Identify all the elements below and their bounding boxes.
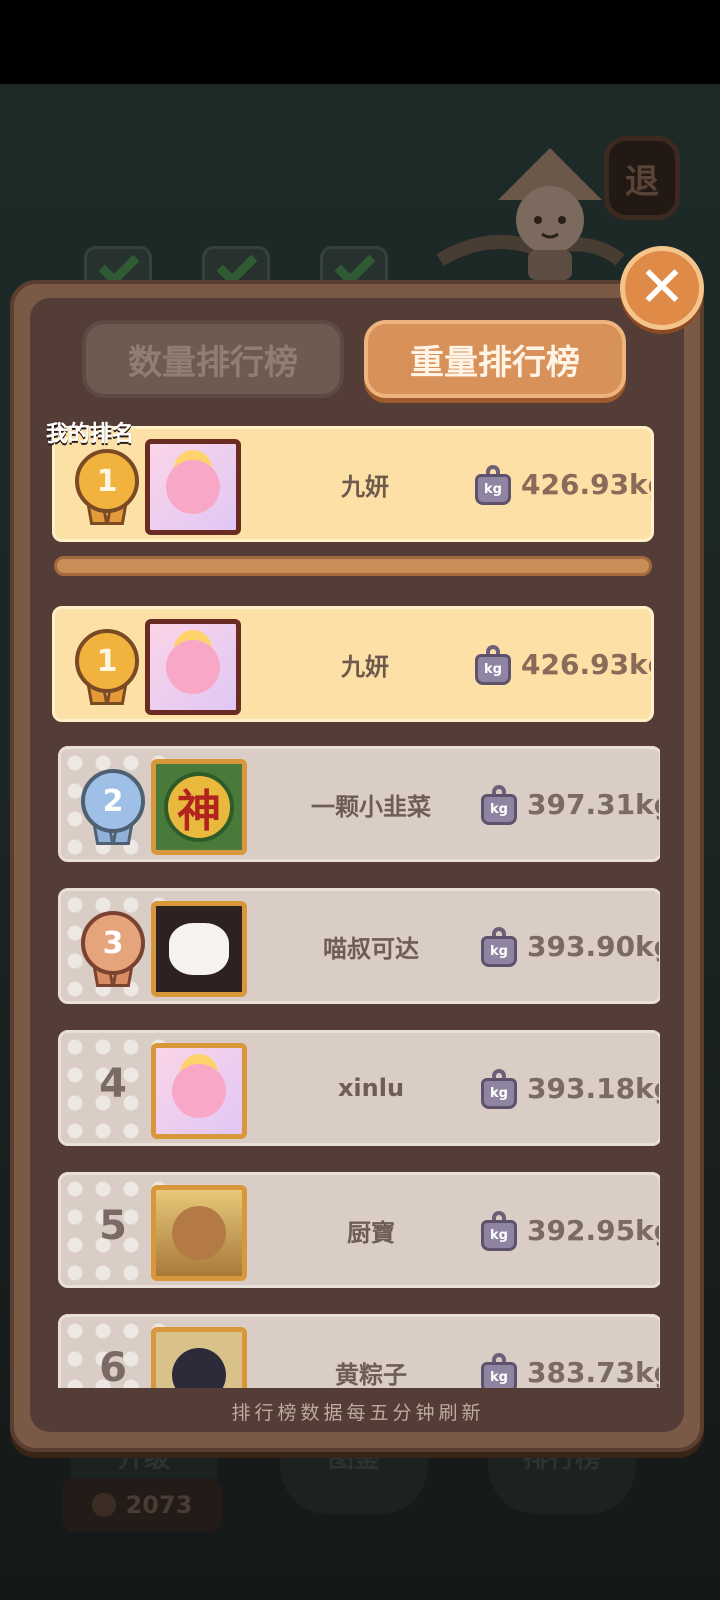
my-rank-number: 1 (75, 449, 139, 513)
my-rank-player-name: 九妍 (341, 472, 389, 501)
player-weight: 397.31kg (527, 787, 660, 821)
tab-weight-leaderboard[interactable]: 重量排行榜 (364, 320, 626, 398)
close-button[interactable]: ✕ (620, 246, 704, 330)
close-icon: ✕ (638, 255, 686, 320)
player-name: 一颗小韭菜 (311, 792, 431, 821)
rank-number: 6 (99, 1345, 127, 1388)
kg-weight-icon: kg (475, 645, 511, 685)
rank-number: 2 (81, 769, 145, 833)
kg-weight-icon: kg (481, 1211, 517, 1251)
rabbit-avatar (145, 439, 241, 535)
leaderboard-row[interactable]: 6 黄粽子 kg 383.73kg (58, 1314, 660, 1388)
rabbit-avatar (151, 1043, 247, 1139)
gold-medal-icon: 1 (75, 449, 139, 529)
status-bar (0, 0, 720, 84)
leaderboard-row[interactable]: 1 九妍 kg 426.93kg (52, 606, 654, 722)
kg-weight-icon: kg (475, 465, 511, 505)
kg-weight-icon: kg (481, 927, 517, 967)
bear-avatar (151, 1185, 247, 1281)
player-name: 黄粽子 (335, 1360, 407, 1389)
leaderboard-list[interactable]: 1 九妍 kg 426.93kg 2 神 一颗小韭菜 kg 397.31kg 3… (52, 600, 660, 1388)
player-name: xinlu (337, 1074, 405, 1102)
section-divider (54, 556, 652, 576)
player-weight: 393.90kg (527, 929, 660, 963)
refresh-note: 排行榜数据每五分钟刷新 (231, 1402, 485, 1424)
player-name: 厨寶 (347, 1218, 395, 1247)
leaderboard-row[interactable]: 5 厨寶 kg 392.95kg (58, 1172, 660, 1288)
my-rank-weight: 426.93kg (521, 467, 654, 501)
player-weight: 392.95kg (527, 1213, 660, 1247)
leaderboard-row[interactable]: 4 xinlu kg 393.18kg (58, 1030, 660, 1146)
coin-count: 2073 (125, 1491, 193, 1519)
rabbit-avatar (145, 619, 241, 715)
player-name: 九妍 (341, 652, 389, 681)
rank-number: 5 (99, 1203, 127, 1249)
my-rank-label: 我的排名 (46, 422, 135, 447)
kg-weight-icon: kg (481, 1069, 517, 1109)
player-weight: 426.93kg (521, 647, 654, 681)
tab-count-leaderboard[interactable]: 数量排行榜 (82, 320, 344, 398)
cat-avatar (151, 901, 247, 997)
rank-number: 4 (99, 1061, 127, 1107)
leaderboard-row[interactable]: 3 喵叔可达 kg 393.90kg (58, 888, 660, 1004)
rank-number: 3 (81, 911, 145, 975)
kg-weight-icon: kg (481, 1353, 517, 1388)
mascot-character (436, 148, 625, 280)
player-weight: 393.18kg (527, 1071, 660, 1105)
silver-medal-icon: 2 (81, 769, 145, 849)
player-name: 喵叔可达 (323, 934, 419, 963)
leaderboard-row[interactable]: 2 神 一颗小韭菜 kg 397.31kg (58, 746, 660, 862)
bronze-medal-icon: 3 (81, 911, 145, 991)
god-avatar: 神 (151, 759, 247, 855)
player-weight: 383.73kg (527, 1355, 660, 1389)
my-rank-row[interactable]: 1 九妍 kg 426.93kg (52, 426, 654, 542)
rank-number: 1 (75, 629, 139, 693)
boy-avatar (151, 1327, 247, 1388)
kg-weight-icon: kg (481, 785, 517, 825)
coin-counter: 2073 (62, 1478, 222, 1532)
gold-medal-icon: 1 (75, 629, 139, 709)
key-icon (91, 1493, 116, 1517)
